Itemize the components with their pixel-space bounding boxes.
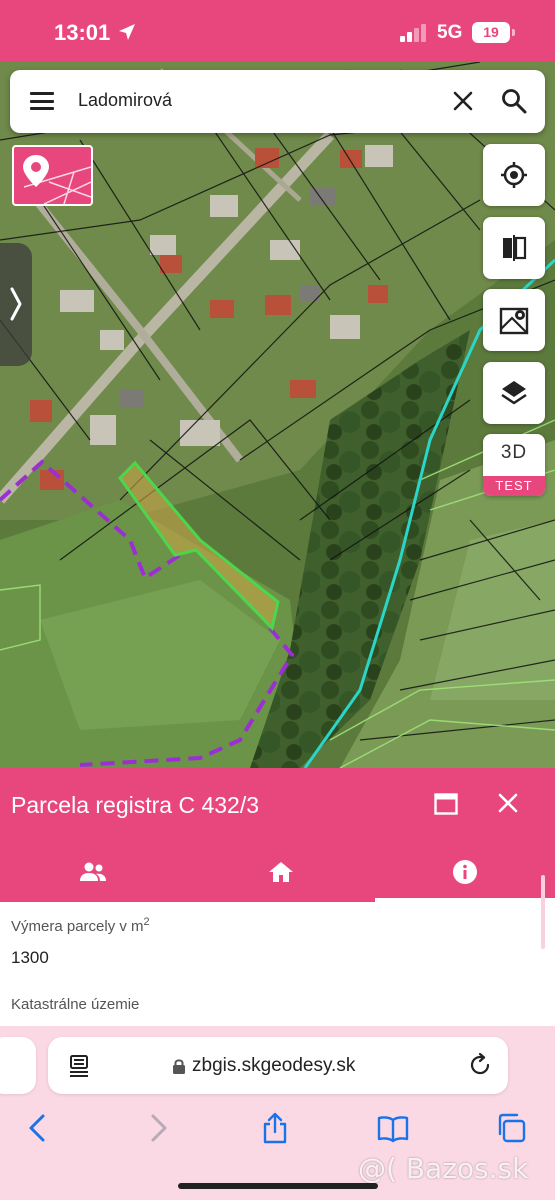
area-label: Výmera parcely v m2 <box>11 916 150 935</box>
home-indicator <box>178 1183 378 1189</box>
map-g-icon <box>499 307 529 335</box>
close-icon[interactable] <box>497 792 519 814</box>
bookmarks-icon[interactable] <box>377 1112 409 1144</box>
location-arrow-icon <box>119 24 135 40</box>
test-badge: TEST <box>483 476 545 496</box>
parcel-details: Výmera parcely v m2 1300 Katastrálne úze… <box>0 902 555 1026</box>
panel-title: Parcela registra C 432/3 <box>11 792 260 818</box>
url-text[interactable]: zbgis.skgeodesy.sk <box>192 1055 355 1077</box>
status-time: 13:01 <box>54 20 111 45</box>
tab-info[interactable] <box>375 842 555 902</box>
reload-icon[interactable] <box>468 1053 492 1077</box>
tab-owners[interactable] <box>0 842 185 902</box>
battery-indicator: 19 <box>472 22 515 43</box>
tab-home[interactable] <box>188 842 373 902</box>
reader-icon[interactable] <box>68 1054 90 1078</box>
layers-icon <box>501 381 527 405</box>
people-icon <box>79 862 106 881</box>
my-location-button[interactable] <box>483 144 545 206</box>
signal-icon <box>400 24 430 42</box>
menu-icon[interactable] <box>30 92 54 110</box>
basemap-switch-button[interactable] <box>12 145 93 206</box>
forward-icon[interactable] <box>142 1112 174 1144</box>
maximize-icon[interactable] <box>434 793 458 815</box>
network-type: 5G <box>437 22 463 43</box>
google-maps-button[interactable] <box>483 289 545 351</box>
panel-tabs <box>0 842 555 902</box>
address-bar[interactable]: zbgis.skgeodesy.sk <box>48 1037 508 1094</box>
3d-view-button[interactable]: 3D TEST <box>483 434 545 496</box>
chevron-right-icon <box>10 287 22 321</box>
info-icon <box>453 860 477 884</box>
back-icon[interactable] <box>22 1112 54 1144</box>
status-bar: 13:01 5G 19 <box>0 0 555 62</box>
lock-icon <box>173 1059 185 1074</box>
share-icon[interactable] <box>259 1112 291 1144</box>
cadastral-label: Katastrálne územie <box>11 996 140 1013</box>
side-panel-toggle[interactable] <box>0 243 32 366</box>
scrollbar[interactable] <box>541 875 545 949</box>
layers-button[interactable] <box>483 362 545 424</box>
home-icon <box>268 862 293 882</box>
3d-label: 3D <box>500 442 528 463</box>
parcel-panel-header: Parcela registra C 432/3 <box>0 768 555 842</box>
watermark: @( Bazos.sk <box>358 1152 529 1185</box>
area-value: 1300 <box>11 948 49 967</box>
tabs-icon[interactable] <box>495 1112 527 1144</box>
search-input[interactable]: Ladomirová <box>78 90 172 111</box>
previous-tab[interactable] <box>0 1037 36 1094</box>
crosshair-icon <box>501 162 527 188</box>
browser-toolbar: zbgis.skgeodesy.sk @( Bazos.sk <box>0 1026 555 1200</box>
search-icon[interactable] <box>500 87 528 115</box>
search-bar[interactable]: Ladomirová <box>10 70 545 133</box>
compare-icon <box>503 235 527 261</box>
compare-button[interactable] <box>483 217 545 279</box>
area-label-sup: 2 <box>143 916 150 928</box>
area-label-text: Výmera parcely v m <box>11 918 144 935</box>
close-icon[interactable] <box>450 88 476 114</box>
map-pin-icon <box>23 155 91 204</box>
